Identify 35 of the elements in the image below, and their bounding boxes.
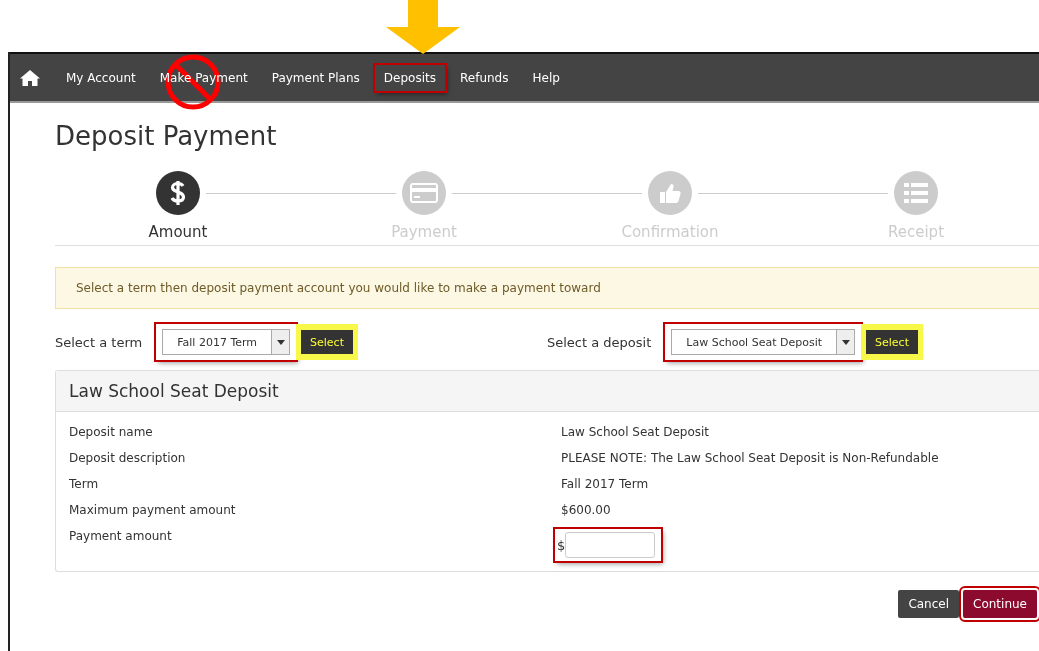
dollar-icon bbox=[168, 180, 188, 206]
cancel-button[interactable]: Cancel bbox=[898, 590, 960, 618]
panel-title: Law School Seat Deposit bbox=[56, 371, 1039, 412]
field-label: Payment amount bbox=[69, 529, 173, 543]
field-value: PLEASE NOTE: The Law School Seat Deposit is Non-Refundable bbox=[561, 451, 940, 465]
field-value: Fall 2017 Term bbox=[561, 477, 650, 491]
caret-icon bbox=[276, 339, 285, 345]
select-label: Select a term bbox=[55, 334, 143, 350]
select-label: Select a deposit bbox=[547, 334, 652, 350]
step-label: Amount bbox=[148, 223, 208, 241]
amount-input[interactable] bbox=[565, 532, 656, 558]
thumbs-up-icon bbox=[658, 181, 682, 205]
select-button[interactable]: Select bbox=[866, 330, 918, 354]
credit-card-icon bbox=[410, 183, 438, 203]
select-button[interactable]: Select bbox=[301, 330, 353, 354]
field-value: $600.00 bbox=[561, 503, 612, 517]
field-value: Law School Seat Deposit bbox=[561, 425, 711, 439]
page-title: Deposit Payment bbox=[55, 121, 278, 151]
nav-link[interactable]: Deposits bbox=[374, 64, 445, 91]
caret-icon bbox=[841, 339, 850, 345]
field-label: Deposit name bbox=[69, 425, 154, 439]
nav-link[interactable]: Refunds bbox=[450, 64, 518, 91]
nav-link[interactable]: My Account bbox=[57, 64, 145, 91]
field-label: Deposit description bbox=[69, 451, 187, 465]
currency-symbol: $ bbox=[557, 537, 566, 553]
dropdown[interactable]: Law School Seat Deposit bbox=[671, 329, 855, 355]
nav-link[interactable]: Payment Plans bbox=[262, 64, 369, 91]
field-label: Term bbox=[69, 477, 100, 491]
field-label: Maximum payment amount bbox=[69, 503, 237, 517]
home-icon[interactable] bbox=[20, 69, 40, 86]
down-arrow-icon bbox=[386, 0, 460, 54]
dropdown[interactable]: Fall 2017 Term bbox=[162, 329, 291, 355]
info-alert: Select a term then deposit payment account you would like to make a payment toward bbox=[55, 267, 1039, 309]
nav-link[interactable]: Help bbox=[523, 64, 569, 91]
list-icon bbox=[904, 183, 928, 203]
